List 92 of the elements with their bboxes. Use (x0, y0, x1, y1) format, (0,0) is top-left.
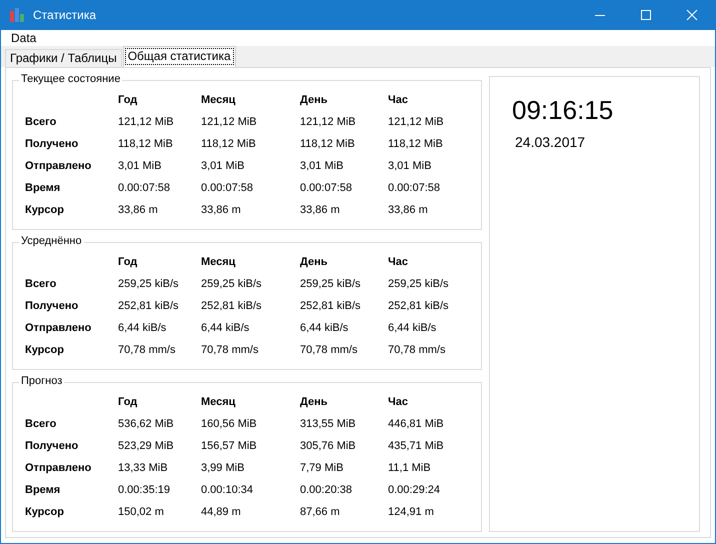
value-text: 124,91 m (388, 506, 435, 518)
row-label: Отправлено (25, 322, 92, 334)
row-label: Курсор (25, 506, 65, 518)
value-text: 259,25 kiB/s (388, 278, 450, 290)
value-text: 70,78 mm/s (201, 344, 260, 356)
value-text: 87,66 m (300, 506, 341, 518)
value-text: 3,01 MiB (300, 160, 344, 172)
row-label: Отправлено (25, 462, 92, 474)
chart-app-icon (10, 8, 26, 22)
row-label: Время (25, 182, 62, 194)
column-header: Месяц (201, 256, 236, 268)
value-text: 118,12 MiB (388, 138, 444, 150)
column-header: Год (118, 94, 138, 106)
group-title: Усреднённо (19, 235, 84, 247)
window-title: Статистика (33, 8, 96, 22)
value-text: 252,81 kiB/s (201, 300, 263, 312)
row-label: Всего (25, 116, 58, 128)
value-text: 305,76 MiB (300, 440, 357, 452)
value-text: 259,25 kiB/s (118, 278, 180, 290)
column-header: День (300, 396, 328, 408)
row-label: Получено (25, 138, 80, 150)
value-text: 252,81 kiB/s (300, 300, 362, 312)
menu-item[interactable]: Data (11, 31, 36, 45)
tab[interactable]: Графики / Таблицы (5, 49, 122, 67)
value-text: 0.00:07:58 (388, 182, 441, 194)
value-text: 3,99 MiB (201, 462, 246, 474)
value-text: 6,44 kiB/s (118, 322, 168, 334)
clock-time: 09:16:15 (512, 95, 614, 126)
column-header: Год (118, 396, 138, 408)
value-text: 33,86 m (300, 204, 341, 216)
value-text: 70,78 mm/s (118, 344, 176, 356)
value-text: 156,57 MiB (201, 440, 258, 452)
value-text: 0.00:20:38 (300, 484, 353, 496)
value-text: 121,12 MiB (388, 116, 445, 128)
value-text: 33,86 m (118, 204, 159, 216)
value-text: 6,44 kiB/s (201, 322, 250, 334)
column-header: Час (388, 256, 409, 268)
row-label: Всего (25, 418, 58, 430)
value-text: 118,12 MiB (300, 138, 356, 150)
column-header: Месяц (201, 94, 236, 106)
value-text: 446,81 MiB (388, 418, 445, 430)
value-text: 0.00:29:24 (388, 484, 441, 496)
value-text: 118,12 MiB (118, 138, 174, 150)
value-text: 313,55 MiB (300, 418, 357, 430)
value-text: 6,44 kiB/s (300, 322, 350, 334)
value-text: 523,29 MiB (118, 440, 175, 452)
value-text: 435,71 MiB (388, 440, 445, 452)
value-text: 0.00:10:34 (201, 484, 254, 496)
value-text: 160,56 MiB (201, 418, 258, 430)
value-text: 121,12 MiB (201, 116, 258, 128)
value-text: 3,01 MiB (388, 160, 432, 172)
value-text: 252,81 kiB/s (118, 300, 180, 312)
column-header: День (300, 94, 328, 106)
value-text: 3,01 MiB (201, 160, 246, 172)
row-label: Отправлено (25, 160, 92, 172)
value-text: 259,25 kiB/s (201, 278, 263, 290)
value-text: 121,12 MiB (118, 116, 175, 128)
value-text: 0.00:35:19 (118, 484, 171, 496)
tab[interactable]: Общая статистика (122, 46, 236, 67)
value-text: 536,62 MiB (118, 418, 175, 430)
row-label: Получено (25, 440, 80, 452)
value-text: 0.00:07:58 (201, 182, 254, 194)
value-text: 118,12 MiB (201, 138, 257, 150)
value-text: 70,78 mm/s (300, 344, 358, 356)
value-text: 3,01 MiB (118, 160, 162, 172)
row-label: Время (25, 484, 62, 496)
value-text: 13,33 MiB (118, 462, 169, 474)
value-text: 6,44 kiB/s (388, 322, 438, 334)
value-text: 33,86 m (388, 204, 429, 216)
value-text: 0.00:07:58 (118, 182, 171, 194)
group-title: Прогноз (19, 375, 64, 387)
column-header: Месяц (201, 396, 236, 408)
column-header: Час (388, 396, 409, 408)
column-header: Год (118, 256, 138, 268)
clock-date: 24.03.2017 (515, 134, 586, 150)
column-header: Час (388, 94, 409, 106)
value-text: 121,12 MiB (300, 116, 357, 128)
value-text: 33,86 m (201, 204, 242, 216)
value-text: 70,78 mm/s (388, 344, 446, 356)
value-text: 7,79 MiB (300, 462, 344, 474)
value-text: 44,89 m (201, 506, 242, 518)
value-text: 259,25 kiB/s (300, 278, 362, 290)
column-header: День (300, 256, 328, 268)
row-label: Курсор (25, 204, 65, 216)
group-title: Текущее состояние (19, 73, 122, 85)
value-text: 0.00:07:58 (300, 182, 353, 194)
value-text: 150,02 m (118, 506, 165, 518)
row-label: Всего (25, 278, 58, 290)
row-label: Получено (25, 300, 80, 312)
value-text: 11,1 MiB (388, 462, 432, 474)
value-text: 252,81 kiB/s (388, 300, 450, 312)
row-label: Курсор (25, 344, 65, 356)
